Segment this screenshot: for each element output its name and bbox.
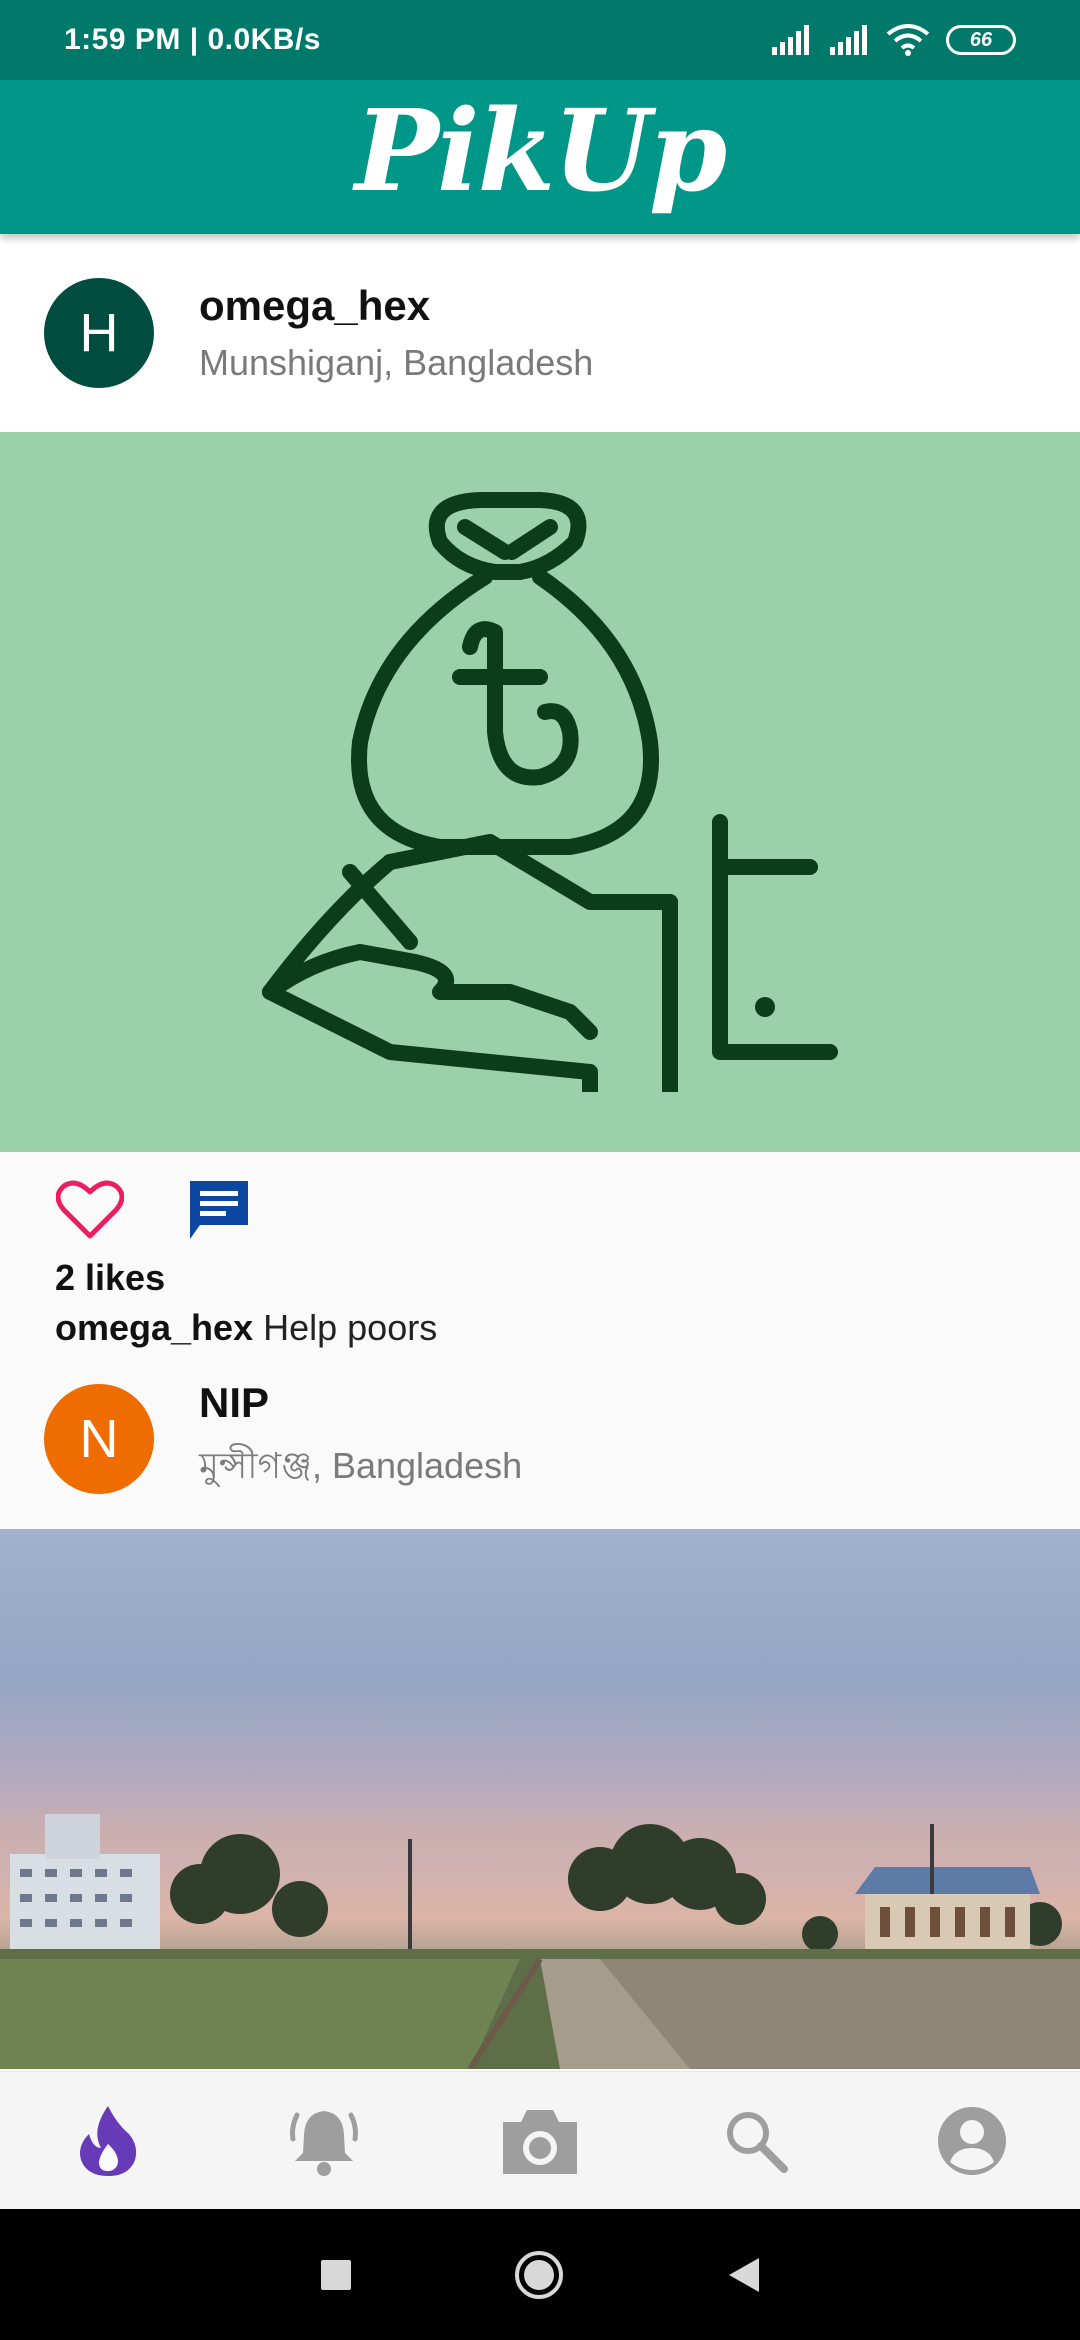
heart-outline-icon[interactable]	[56, 1180, 124, 1240]
post-image[interactable]	[0, 432, 1080, 1152]
camera-icon[interactable]	[499, 2106, 581, 2176]
signal-icon	[772, 25, 809, 55]
wifi-icon	[886, 24, 930, 56]
post-user-info: NIP মুন্সীগঞ্জ, Bangladesh	[199, 1379, 522, 1499]
app-title: PikUp	[354, 85, 727, 217]
status-time-speed: 1:59 PM | 0.0KB/s	[64, 23, 321, 56]
bottom-nav	[0, 2071, 1080, 2209]
bell-icon[interactable]	[289, 2105, 359, 2177]
system-nav-bar	[0, 2209, 1080, 2340]
nav-profile[interactable]	[922, 2091, 1022, 2191]
avatar[interactable]: H	[44, 278, 154, 388]
battery-indicator: 66	[946, 25, 1016, 55]
landscape-photo	[0, 1529, 1080, 2069]
post-location: Munshiganj, Bangladesh	[199, 342, 594, 383]
likes-count[interactable]: 2 likes	[0, 1257, 1080, 1299]
comment-icon[interactable]	[186, 1177, 252, 1243]
post: H omega_hex Munshiganj, Bangladesh 2 lik…	[0, 234, 1080, 1349]
avatar[interactable]: N	[44, 1384, 154, 1494]
post-header[interactable]: H omega_hex Munshiganj, Bangladesh	[0, 234, 1080, 432]
nav-notifications[interactable]	[274, 2091, 374, 2191]
post-photo[interactable]	[0, 1529, 1080, 2069]
post-username[interactable]: NIP	[199, 1379, 522, 1427]
home-icon[interactable]	[513, 2249, 565, 2301]
avatar-letter: N	[79, 1409, 119, 1469]
post-actions	[0, 1152, 1080, 1267]
app-bar: PikUp	[0, 80, 1080, 234]
back-icon[interactable]	[725, 2256, 761, 2294]
status-bar: 1:59 PM | 0.0KB/s 66	[0, 0, 1080, 80]
status-icons: 66	[770, 24, 1016, 56]
caption-text: Help poors	[263, 1307, 438, 1348]
nav-camera[interactable]	[490, 2091, 590, 2191]
recents-icon[interactable]	[319, 2258, 353, 2292]
post: N NIP মুন্সীগঞ্জ, Bangladesh	[0, 1349, 1080, 2069]
money-bag-hand-illustration	[262, 492, 838, 1092]
post-location: মুন্সীগঞ্জ, Bangladesh	[199, 1445, 523, 1486]
signal-icon	[830, 25, 867, 55]
battery-level: 66	[969, 28, 993, 51]
feed[interactable]: H omega_hex Munshiganj, Bangladesh 2 lik…	[0, 234, 1080, 2071]
nav-home[interactable]	[58, 2091, 158, 2191]
fire-icon[interactable]	[77, 2104, 139, 2178]
post-username[interactable]: omega_hex	[199, 282, 593, 330]
caption-username[interactable]: omega_hex	[55, 1307, 253, 1348]
post-caption: omega_hex Help poors	[0, 1307, 1080, 1349]
avatar-letter: H	[79, 303, 119, 363]
search-icon[interactable]	[724, 2109, 788, 2173]
post-user-info: omega_hex Munshiganj, Bangladesh	[199, 282, 593, 384]
account-icon[interactable]	[937, 2106, 1007, 2176]
nav-search[interactable]	[706, 2091, 806, 2191]
post-header[interactable]: N NIP মুন্সীগঞ্জ, Bangladesh	[0, 1349, 1080, 1529]
